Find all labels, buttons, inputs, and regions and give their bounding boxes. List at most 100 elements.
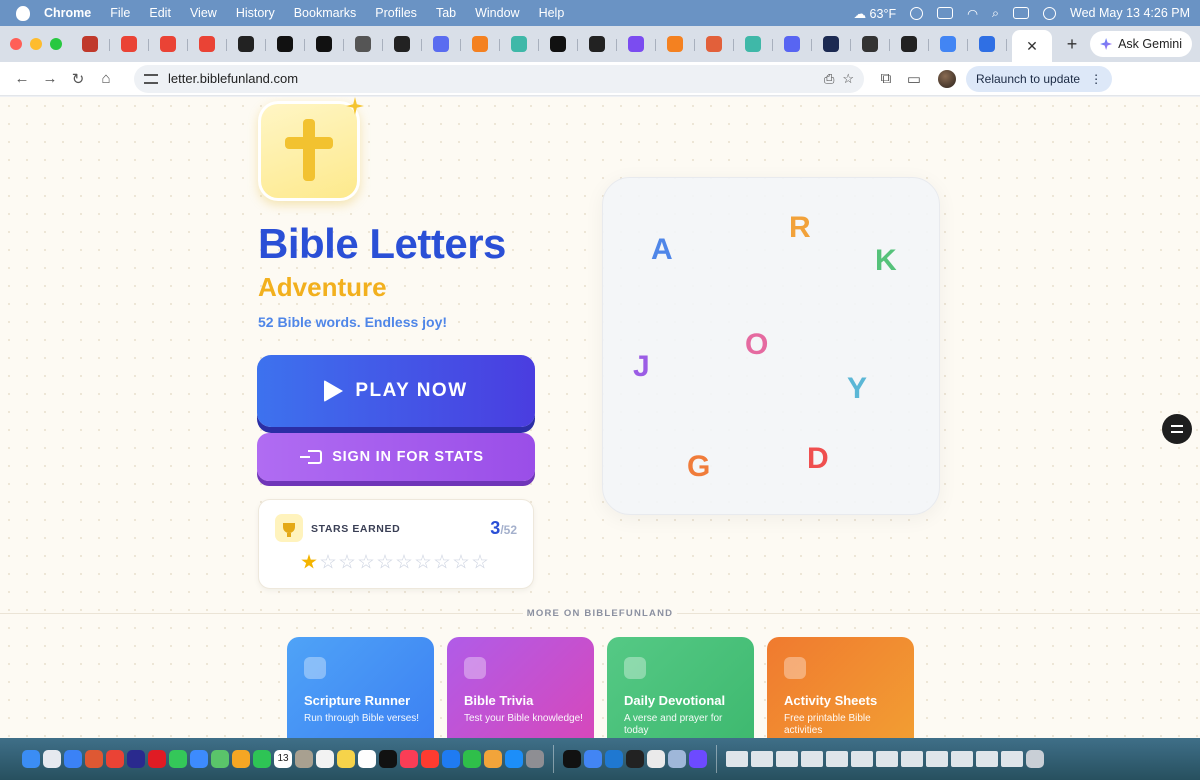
pinned-tab[interactable]	[544, 30, 578, 58]
menu-file[interactable]: File	[110, 6, 130, 20]
pinned-tab[interactable]	[232, 30, 266, 58]
pinned-tab[interactable]	[739, 30, 773, 58]
pinned-tab[interactable]	[115, 30, 149, 58]
freeform-icon[interactable]	[358, 750, 376, 768]
pinned-tab[interactable]	[778, 30, 812, 58]
bookmark-star-icon[interactable]: ☆	[842, 71, 854, 87]
minimized-window-thumbnail[interactable]	[976, 751, 998, 767]
menubar-clock[interactable]: Wed May 13 4:26 PM	[1070, 6, 1190, 20]
numbers-icon[interactable]	[463, 750, 481, 768]
minimized-window-thumbnail[interactable]	[776, 751, 798, 767]
chatgpt-icon[interactable]	[563, 750, 581, 768]
active-tab[interactable]: ✕	[1012, 30, 1052, 62]
control-center-icon[interactable]	[1013, 7, 1030, 19]
minimized-window-thumbnail[interactable]	[926, 751, 948, 767]
pages-icon[interactable]	[484, 750, 502, 768]
forward-button[interactable]: →	[36, 65, 64, 93]
spotlight-search-icon[interactable]: ⌕	[992, 6, 999, 21]
menu-tab[interactable]: Tab	[436, 6, 456, 20]
safari-icon[interactable]	[64, 750, 82, 768]
minimized-window-thumbnail[interactable]	[826, 751, 848, 767]
apple-icon[interactable]	[16, 5, 30, 21]
minimized-window-thumbnail[interactable]	[1001, 751, 1023, 767]
calendar-icon[interactable]: 13	[274, 750, 292, 768]
battery-icon[interactable]	[937, 7, 954, 19]
pinned-tab[interactable]	[154, 30, 188, 58]
game-card-daily-devotional[interactable]: Daily Devotional A verse and prayer for t…	[607, 637, 754, 738]
sign-in-for-stats-button[interactable]: SIGN IN FOR STATS	[257, 433, 535, 481]
messages-icon[interactable]	[169, 750, 187, 768]
opera-icon[interactable]	[148, 750, 166, 768]
relaunch-update-button[interactable]: Relaunch to update ⋮	[966, 65, 1113, 92]
minimized-window-thumbnail[interactable]	[876, 751, 898, 767]
launchpad-icon[interactable]	[43, 750, 61, 768]
pinned-tab[interactable]	[700, 30, 734, 58]
menu-app-name[interactable]: Chrome	[44, 6, 91, 20]
notes-icon[interactable]	[337, 750, 355, 768]
wifi-icon[interactable]: ◠	[967, 6, 978, 21]
vscode-icon[interactable]	[605, 750, 623, 768]
minimized-window-thumbnail[interactable]	[751, 751, 773, 767]
profile-avatar[interactable]	[938, 69, 956, 88]
pinned-tab[interactable]	[76, 30, 110, 58]
pinned-tab[interactable]	[271, 30, 305, 58]
close-window-button[interactable]	[10, 38, 22, 50]
home-button[interactable]: ⌂	[92, 65, 120, 93]
close-tab-icon[interactable]: ✕	[1026, 38, 1038, 55]
play-circle-icon[interactable]	[910, 6, 924, 20]
reload-button[interactable]: ↻	[64, 65, 92, 93]
extensions-icon[interactable]: ⧉	[872, 65, 900, 93]
textedit-icon[interactable]	[647, 750, 665, 768]
maps-icon[interactable]	[211, 750, 229, 768]
pinned-tab[interactable]	[583, 30, 617, 58]
menu-bookmarks[interactable]: Bookmarks	[294, 6, 357, 20]
proton-icon[interactable]	[689, 750, 707, 768]
minimized-window-thumbnail[interactable]	[851, 751, 873, 767]
weather-status[interactable]: ☁ 63°F	[854, 6, 897, 21]
pinned-tab[interactable]	[661, 30, 695, 58]
pinned-tab[interactable]	[388, 30, 422, 58]
trash-icon[interactable]	[1026, 750, 1044, 768]
pinned-tab[interactable]	[817, 30, 851, 58]
siri-icon[interactable]	[1043, 6, 1057, 20]
pinned-tab[interactable]	[895, 30, 929, 58]
install-app-icon[interactable]: ⎙	[824, 71, 834, 87]
floating-menu-button[interactable]	[1162, 414, 1192, 444]
photos-icon[interactable]	[232, 750, 250, 768]
chrome-icon[interactable]	[584, 750, 602, 768]
ask-gemini-button[interactable]: Ask Gemini	[1090, 31, 1192, 57]
preview-icon[interactable]	[668, 750, 686, 768]
pinned-tab[interactable]	[466, 30, 500, 58]
menu-help[interactable]: Help	[539, 6, 565, 20]
pinned-tab[interactable]	[505, 30, 539, 58]
chrome-icon[interactable]	[106, 750, 124, 768]
news-icon[interactable]	[421, 750, 439, 768]
back-button[interactable]: ←	[8, 65, 36, 93]
minimized-window-thumbnail[interactable]	[901, 751, 923, 767]
minimized-window-thumbnail[interactable]	[801, 751, 823, 767]
tv-icon[interactable]	[379, 750, 397, 768]
address-bar[interactable]: letter.biblefunland.com ⎙ ☆	[134, 64, 864, 93]
menu-edit[interactable]: Edit	[149, 6, 171, 20]
cursor-icon[interactable]	[626, 750, 644, 768]
contacts-icon[interactable]	[295, 750, 313, 768]
pinned-tab[interactable]	[856, 30, 890, 58]
game-card-bible-trivia[interactable]: Bible Trivia Test your Bible knowledge!	[447, 637, 594, 738]
pinned-tab[interactable]	[349, 30, 383, 58]
pinned-tab[interactable]	[427, 30, 461, 58]
side-panel-icon[interactable]: ▭	[900, 65, 928, 93]
url-text[interactable]: letter.biblefunland.com	[168, 71, 298, 86]
pinned-tab[interactable]	[310, 30, 344, 58]
pinned-tab[interactable]	[193, 30, 227, 58]
menu-window[interactable]: Window	[475, 6, 519, 20]
reminders-icon[interactable]	[316, 750, 334, 768]
site-info-icon[interactable]	[144, 73, 158, 84]
play-now-button[interactable]: PLAY NOW	[257, 355, 535, 427]
keynote-icon[interactable]	[442, 750, 460, 768]
pinned-tab[interactable]	[622, 30, 656, 58]
mail-icon[interactable]	[190, 750, 208, 768]
minimize-window-button[interactable]	[30, 38, 42, 50]
duckduckgo-icon[interactable]	[85, 750, 103, 768]
arc-icon[interactable]	[127, 750, 145, 768]
finder-icon[interactable]	[22, 750, 40, 768]
